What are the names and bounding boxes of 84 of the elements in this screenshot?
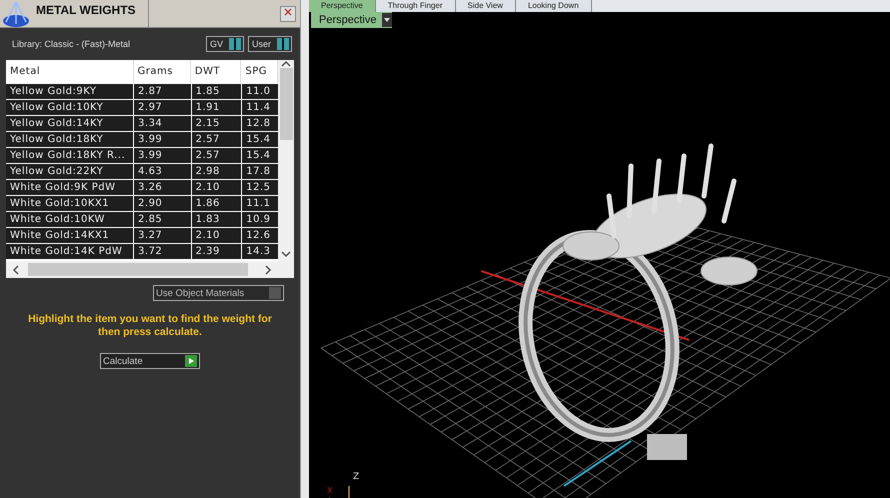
- table-row[interactable]: Yellow Gold:18KY 3.99 2.57 15.4: [6, 132, 278, 148]
- table-cell: White Gold:10KX1: [6, 196, 134, 211]
- column-header[interactable]: Grams: [134, 60, 191, 83]
- table-cell: 3.99: [134, 132, 192, 147]
- table-cell: White Gold:14K PdW: [6, 244, 134, 259]
- table-cell: Yellow Gold:22KY: [6, 164, 134, 179]
- library-label: Library: Classic - (Fast)-Metal: [12, 39, 130, 49]
- table-cell: 1.83: [192, 212, 242, 227]
- play-icon: [185, 355, 197, 367]
- close-button[interactable]: [280, 6, 296, 22]
- horizontal-scrollbar[interactable]: [6, 261, 278, 278]
- table-cell: 2.39: [192, 244, 242, 259]
- vertical-scrollbar[interactable]: [278, 60, 294, 278]
- scroll-down-icon[interactable]: [279, 250, 293, 258]
- table-cell: 2.98: [192, 164, 242, 179]
- panel-title: METAL WEIGHTS: [36, 0, 149, 27]
- table-cell: White Gold:9K PdW: [6, 180, 134, 195]
- table-cell: 2.90: [134, 196, 192, 211]
- table-cell: 3.99: [134, 148, 192, 163]
- table-cell: 2.97: [134, 100, 192, 115]
- x-axis-label: X: [327, 486, 332, 495]
- table-cell-text: 15.4: [245, 133, 272, 147]
- view-tab[interactable]: Looking Down: [516, 0, 592, 12]
- view-tab[interactable]: Side View: [456, 0, 516, 12]
- table-cell: White Gold:10KW: [6, 212, 134, 227]
- table-cell-text: 15.4: [245, 149, 272, 163]
- table-cell: Yellow Gold:18KY R...: [6, 148, 134, 163]
- table-cell: 1.85: [192, 84, 242, 99]
- table-cell: White Gold:14KX1: [6, 228, 134, 243]
- table-row[interactable]: Yellow Gold:9KY 2.87 1.85 11.0: [6, 84, 278, 100]
- table-row[interactable]: White Gold:10KW 2.85 1.83 10.9: [6, 212, 278, 228]
- table-cell: Yellow Gold:10KY: [6, 100, 134, 115]
- table-row[interactable]: Yellow Gold:22KY 4.63 2.98 17.8: [6, 164, 278, 180]
- table-cell: 3.26: [134, 180, 192, 195]
- table-cell: Yellow Gold:18KY: [6, 132, 134, 147]
- table-cell-text: 10.9: [245, 213, 272, 227]
- table-row[interactable]: White Gold:14KX1 3.27 2.10 12.6: [6, 228, 278, 244]
- table-cell: 1.91: [192, 100, 242, 115]
- column-header[interactable]: DWT: [190, 60, 242, 83]
- view-tab[interactable]: Perspective: [309, 0, 376, 12]
- toggle-button[interactable]: User: [248, 36, 292, 52]
- y-axis-line: [563, 440, 632, 487]
- z-axis-label: Z: [353, 472, 360, 482]
- table-cell: 2.10: [192, 228, 242, 243]
- table-row[interactable]: Yellow Gold:10KY 2.97 1.91 11.4: [6, 100, 278, 116]
- use-object-materials-toggle[interactable]: Use Object Materials: [153, 285, 284, 301]
- table-cell: 2.10: [192, 180, 242, 195]
- table-cell-text: 11.1: [245, 197, 272, 211]
- table-cell: 2.57: [192, 132, 242, 147]
- table-cell: Yellow Gold:14KY: [6, 116, 134, 131]
- table-cell: 1.86: [192, 196, 242, 211]
- table-cell: 3.27: [134, 228, 192, 243]
- table-cell: 4.63: [134, 164, 192, 179]
- view-tab[interactable]: Through Finger: [376, 0, 456, 12]
- table-cell-text: 17.8: [245, 165, 272, 179]
- table-cell-text: 12.5: [245, 181, 272, 195]
- scroll-up-icon[interactable]: [279, 60, 293, 68]
- view-dropdown[interactable]: Perspective: [311, 12, 392, 28]
- table-cell: 2.87: [134, 84, 192, 99]
- table-row[interactable]: White Gold:14K PdW 3.72 2.39 14.3: [6, 244, 278, 260]
- table-cell: 2.57: [192, 148, 242, 163]
- toggle-button[interactable]: GV: [206, 36, 244, 52]
- table-cell-text: 14.3: [245, 245, 272, 259]
- calculate-button[interactable]: Calculate: [100, 353, 200, 369]
- table-cell: Yellow Gold:9KY: [6, 84, 134, 99]
- axis-gizmo: [328, 485, 350, 498]
- table-cell: 3.34: [134, 116, 192, 131]
- instruction-text: Highlight the item you want to find the weight for then press calculate.: [27, 313, 273, 339]
- pyramid-logo-icon: [2, 0, 32, 28]
- table-cell: 2.15: [192, 116, 242, 131]
- table-cell-text: 11.0: [245, 85, 272, 99]
- table-row[interactable]: Yellow Gold:18KY R... 3.99 2.57 15.4: [6, 148, 278, 164]
- table-cell-text: 12.8: [245, 117, 272, 131]
- table-row[interactable]: Yellow Gold:14KY 3.34 2.15 12.8: [6, 116, 278, 132]
- caret-icon: [382, 13, 392, 27]
- table-cell: 3.72: [134, 244, 192, 259]
- table-row[interactable]: White Gold:10KX1 2.90 1.86 11.1: [6, 196, 278, 212]
- table-cell-text: 11.4: [245, 101, 272, 115]
- table-cell-text: 12.6: [245, 229, 272, 243]
- table-cell: 2.85: [134, 212, 192, 227]
- panel-splitter[interactable]: [300, 0, 309, 498]
- column-header[interactable]: Metal: [6, 60, 134, 83]
- close-icon[interactable]: [283, 6, 293, 16]
- table-row[interactable]: White Gold:9K PdW 3.26 2.10 12.5: [6, 180, 278, 196]
